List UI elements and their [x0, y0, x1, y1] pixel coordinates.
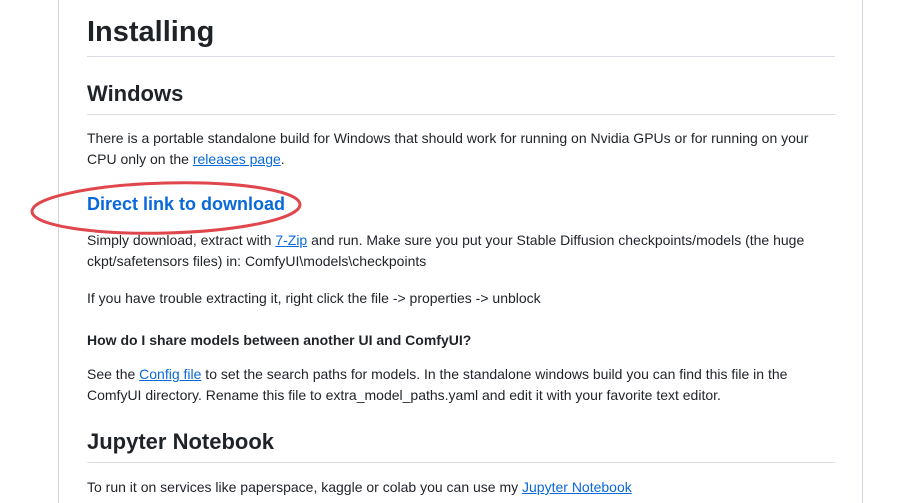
download-instructions: Simply download, extract with 7-Zip and … — [87, 230, 835, 272]
windows-intro-end: . — [280, 151, 285, 167]
7zip-link[interactable]: 7-Zip — [275, 232, 307, 248]
share-text-start: See the — [87, 366, 140, 382]
jupyter-heading: Jupyter Notebook — [87, 429, 275, 454]
windows-heading: Windows — [87, 81, 184, 106]
windows-divider — [87, 114, 835, 115]
jupyter-divider — [87, 462, 835, 463]
direct-download-link[interactable]: Direct link to download — [87, 191, 285, 217]
page-title: Installing — [87, 16, 215, 48]
trouble-note: If you have trouble extracting it, right… — [87, 290, 541, 306]
title-divider — [87, 56, 835, 57]
releases-page-link[interactable]: releases page — [193, 151, 281, 167]
jupyter-notebook-link[interactable]: Jupyter Notebook — [522, 479, 632, 495]
share-models-heading: How do I share models between another UI… — [87, 332, 472, 348]
share-models-text: See the Config file to set the search pa… — [87, 364, 835, 406]
download-text-start: Simply download, extract with — [87, 232, 276, 248]
windows-intro: There is a portable standalone build for… — [87, 128, 835, 170]
jupyter-text: To run it on services like paperspace, k… — [87, 477, 835, 498]
config-file-link[interactable]: Config file — [139, 366, 201, 382]
jupyter-text-start: To run it on services like paperspace, k… — [87, 479, 523, 495]
